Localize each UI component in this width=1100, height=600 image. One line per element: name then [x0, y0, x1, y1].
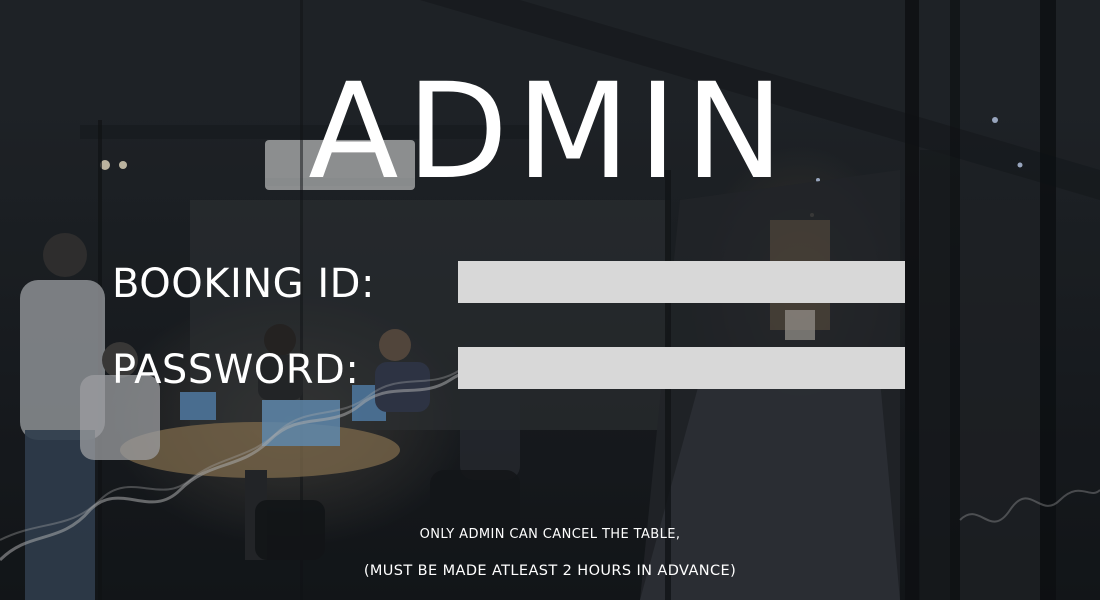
password-input[interactable]: [458, 347, 905, 389]
password-label: PASSWORD:: [112, 347, 360, 393]
page-title: ADMIN: [308, 55, 792, 209]
advance-notice-note: (MUST BE MADE ATLEAST 2 HOURS IN ADVANCE…: [363, 563, 737, 579]
admin-cancel-note: ONLY ADMIN CAN CANCEL THE TABLE,: [419, 527, 681, 542]
booking-id-input[interactable]: [458, 261, 905, 303]
booking-id-label: BOOKING ID:: [112, 261, 375, 307]
